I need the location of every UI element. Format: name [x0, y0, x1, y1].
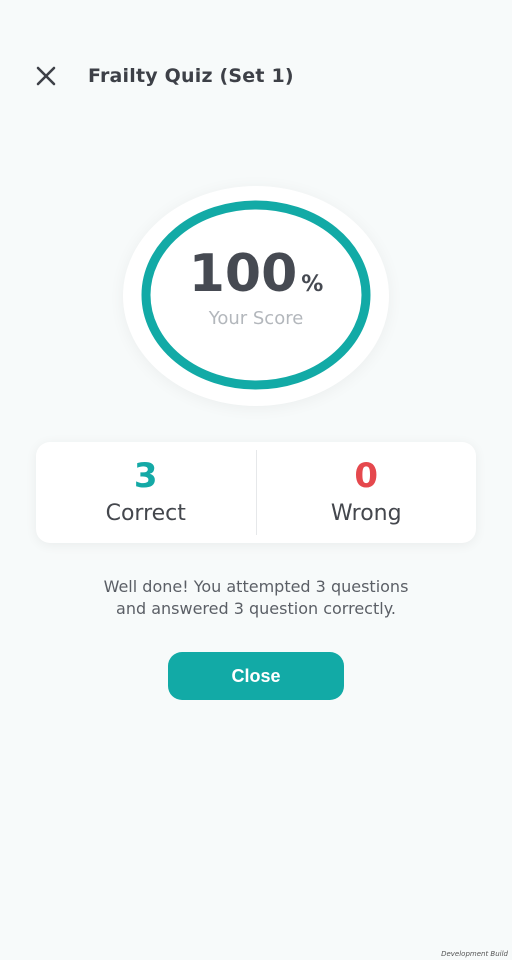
wrong-count: 0 [354, 456, 379, 496]
score-value-row: 100 % [123, 248, 389, 300]
score-text: 100 % Your Score [123, 248, 389, 329]
build-note: Development Build [441, 950, 508, 958]
page-title: Frailty Quiz (Set 1) [88, 65, 294, 87]
correct-label: Correct [105, 501, 186, 527]
correct-count: 3 [133, 456, 158, 496]
quiz-result-screen: Frailty Quiz (Set 1) 100 % Your Score 3 … [0, 0, 512, 960]
close-icon[interactable] [32, 62, 60, 90]
stat-correct: 3 Correct [36, 442, 256, 543]
score-circle: 100 % Your Score [123, 186, 389, 406]
stat-wrong: 0 Wrong [257, 442, 477, 543]
header: Frailty Quiz (Set 1) [32, 58, 294, 94]
score-caption: Your Score [208, 308, 304, 329]
score-value: 100 [188, 244, 298, 304]
result-message: Well done! You attempted 3 questions and… [36, 576, 476, 620]
result-message-line-2: and answered 3 question correctly. [116, 599, 396, 618]
result-message-line-1: Well done! You attempted 3 questions [103, 577, 409, 596]
stats-card: 3 Correct 0 Wrong [36, 442, 476, 543]
close-button[interactable]: Close [168, 652, 344, 700]
wrong-label: Wrong [330, 501, 402, 527]
score-unit: % [301, 272, 324, 297]
